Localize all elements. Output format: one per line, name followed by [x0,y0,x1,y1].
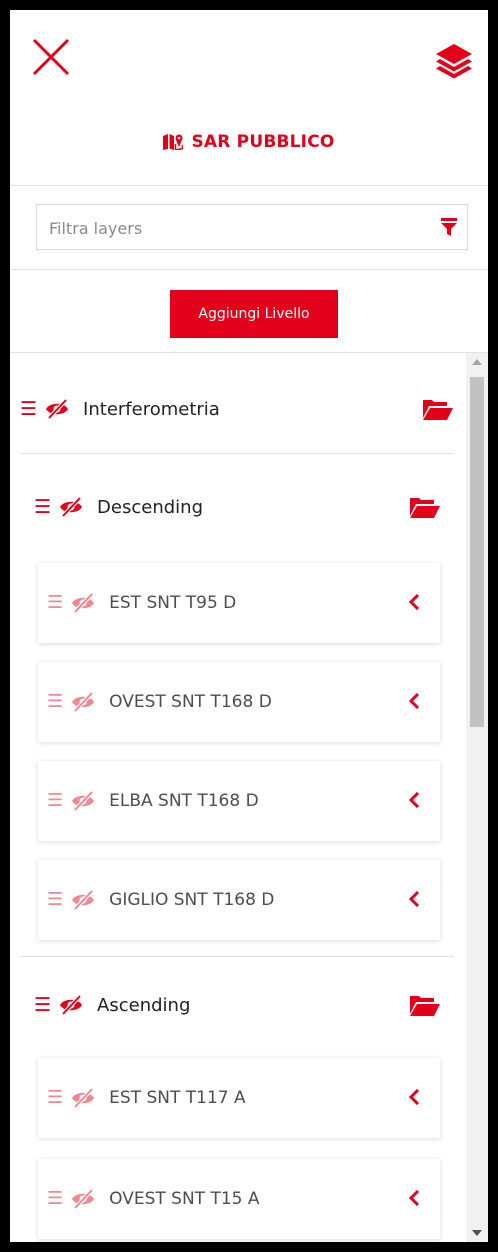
drag-handle-icon[interactable]: ☰ [34,497,51,517]
drag-handle-icon[interactable]: ☰ [47,792,63,810]
eye-slash-icon[interactable] [71,1189,95,1209]
drag-handle-icon[interactable]: ☰ [47,891,63,909]
panel-title-text: SAR PUBBLICO [191,132,335,152]
chevron-left-icon[interactable] [408,1190,420,1206]
eye-slash-icon[interactable] [45,399,69,419]
eye-slash-icon[interactable] [59,995,83,1015]
tree-node-interferometria[interactable]: ☰ Interferometria [20,379,220,439]
chevron-left-icon[interactable] [408,891,420,907]
folder-open-icon[interactable] [423,400,453,420]
scroll-down-arrow-icon[interactable] [472,1230,482,1236]
eye-slash-icon[interactable] [71,1088,95,1108]
folder-open-icon[interactable] [410,996,440,1016]
drag-handle-icon[interactable]: ☰ [47,594,63,612]
layers-icon[interactable] [434,40,474,80]
layer-item[interactable]: ☰ EST SNT T95 D [38,563,440,643]
divider [20,453,454,454]
eye-slash-icon[interactable] [71,791,95,811]
chevron-left-icon[interactable] [408,693,420,709]
layer-item-label: ELBA SNT T168 D [109,791,259,811]
layer-tree: ☰ Interferometria ☰ Descending ☰ EST SNT… [10,353,466,1242]
scrollbar[interactable] [466,353,488,1242]
layer-item[interactable]: ☰ OVEST SNT T168 D [38,662,440,742]
scrollbar-thumb[interactable] [470,377,484,727]
layer-item-label: OVEST SNT T15 A [109,1189,260,1209]
chevron-left-icon[interactable] [408,594,420,610]
layer-item[interactable]: ☰ OVEST SNT T15 A [38,1159,440,1239]
layer-item[interactable]: ☰ GIGLIO SNT T168 D [38,860,440,940]
panel-title: SAR PUBBLICO [10,132,488,152]
chevron-left-icon[interactable] [408,792,420,808]
eye-slash-icon[interactable] [59,497,83,517]
scroll-up-arrow-icon[interactable] [472,359,482,365]
add-layer-button[interactable]: Aggiungi Livello [170,290,338,338]
tree-node-label: Interferometria [83,398,220,420]
drag-handle-icon[interactable]: ☰ [34,995,51,1015]
divider [10,269,488,270]
filter-field[interactable] [36,204,468,250]
tree-node-descending[interactable]: ☰ Descending [34,477,203,537]
layer-item-label: GIGLIO SNT T168 D [109,890,275,910]
chevron-left-icon[interactable] [408,1089,420,1105]
layer-item-label: OVEST SNT T168 D [109,692,272,712]
filter-input[interactable] [47,215,431,241]
drag-handle-icon[interactable]: ☰ [20,399,37,419]
divider [20,956,454,957]
layer-item[interactable]: ☰ ELBA SNT T168 D [38,761,440,841]
tree-node-label: Ascending [97,994,191,1016]
eye-slash-icon[interactable] [71,593,95,613]
filter-icon[interactable] [441,218,457,236]
close-icon[interactable] [32,38,70,76]
layer-item[interactable]: ☰ EST SNT T117 A [38,1058,440,1138]
tree-node-ascending[interactable]: ☰ Ascending [34,975,190,1035]
tree-node-label: Descending [97,496,203,518]
map-icon [163,134,184,151]
layer-panel: SAR PUBBLICO Aggiungi Livello ☰ Interfer… [10,10,488,1242]
eye-slash-icon[interactable] [71,890,95,910]
panel-header [10,10,488,120]
drag-handle-icon[interactable]: ☰ [47,1190,63,1208]
layer-item-label: EST SNT T117 A [109,1088,246,1108]
divider [10,185,488,186]
eye-slash-icon[interactable] [71,692,95,712]
layer-item-label: EST SNT T95 D [109,593,237,613]
folder-open-icon[interactable] [410,498,440,518]
drag-handle-icon[interactable]: ☰ [47,1089,63,1107]
drag-handle-icon[interactable]: ☰ [47,693,63,711]
